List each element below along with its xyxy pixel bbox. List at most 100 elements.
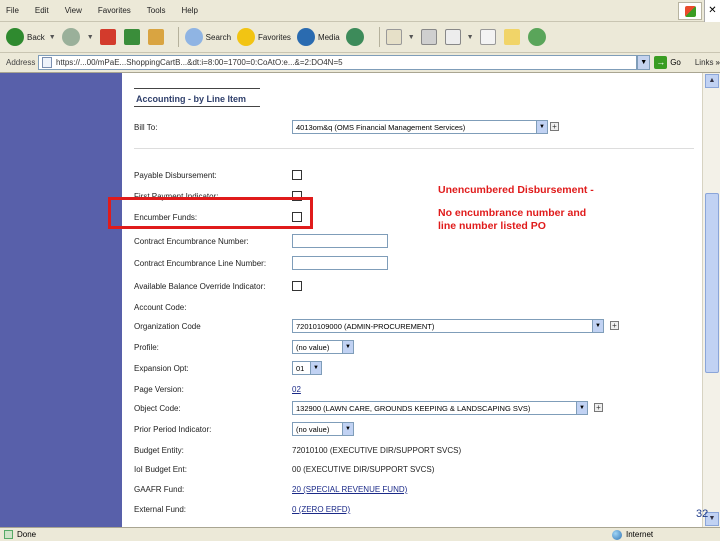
edit-button[interactable] <box>444 29 463 45</box>
menu-file[interactable]: File <box>6 6 19 15</box>
section-title: Accounting - by Line Item <box>136 94 247 104</box>
payable-disbursement-checkbox[interactable] <box>292 170 302 180</box>
slide-number: 32 <box>696 508 709 520</box>
contract-encumbrance-line-row: Contract Encumbrance Line Number: <box>134 256 694 274</box>
contract-encumbrance-number-input[interactable] <box>292 234 388 248</box>
external-fund-link[interactable]: 0 (ZERO ERFD) <box>292 505 350 514</box>
add-icon[interactable]: + <box>550 122 559 131</box>
menu-favorites[interactable]: Favorites <box>98 6 131 15</box>
budget-entity-value: 72010100 (EXECUTIVE DIR/SUPPORT SVCS) <box>292 446 462 455</box>
forward-button[interactable] <box>61 28 83 46</box>
side-band <box>0 73 122 527</box>
menu-tools[interactable]: Tools <box>147 6 166 15</box>
expansion-option-value: 01 <box>296 363 305 373</box>
divider <box>134 148 694 149</box>
menu-view[interactable]: View <box>65 6 82 15</box>
refresh-icon <box>123 29 140 45</box>
expansion-option-select[interactable]: 01 ▼ <box>292 361 322 375</box>
page-icon <box>41 57 52 68</box>
bill-to-select[interactable]: 4013om&q (OMS Financial Management Servi… <box>292 120 548 134</box>
window-close-icon[interactable]: ✕ <box>704 0 720 22</box>
address-dropdown-icon[interactable]: ▼ <box>637 55 651 70</box>
favorites-button[interactable]: Favorites <box>237 28 291 46</box>
edit-dropdown-icon[interactable]: ▼ <box>467 34 474 41</box>
add-icon[interactable]: + <box>610 321 619 330</box>
annotation-line-3: line number listed PO <box>438 220 546 232</box>
favorites-label: Favorites <box>258 32 291 42</box>
address-input[interactable]: https://...00/mPaE...ShoppingCartB...&dt… <box>37 55 638 70</box>
browser-toolbar: Back ▼ ▼ Search Favorites Media ▼ ▼ <box>0 22 720 53</box>
print-icon <box>420 29 437 45</box>
contract-encumbrance-line-input[interactable] <box>292 256 388 270</box>
page-version-row: Page Version: 02 <box>134 382 694 400</box>
menu-edit[interactable]: Edit <box>35 6 49 15</box>
add-icon[interactable]: + <box>594 403 603 412</box>
discuss-button[interactable] <box>479 29 498 45</box>
messenger-icon <box>527 28 546 46</box>
profile-row: Profile: (no value) ▼ <box>134 340 694 358</box>
menu-help[interactable]: Help <box>181 6 197 15</box>
contract-encumbrance-line-label: Contract Encumbrance Line Number: <box>134 259 267 268</box>
back-button[interactable]: Back <box>6 28 45 46</box>
print-button[interactable] <box>420 29 439 45</box>
chevron-down-icon: ▼ <box>342 341 353 353</box>
chevron-down-icon: ▼ <box>310 362 321 374</box>
prior-period-select[interactable]: (no value) ▼ <box>292 422 354 436</box>
star-icon <box>237 28 256 46</box>
media-label: Media <box>317 32 340 42</box>
bill-to-label: Bill To: <box>134 123 158 132</box>
address-bar: Address https://...00/mPaE...ShoppingCar… <box>0 53 720 73</box>
organization-code-row: Organization Code 72010109000 (ADMIN-PRO… <box>134 319 694 337</box>
page-version-link[interactable]: 02 <box>292 385 301 394</box>
gaafr-fund-link[interactable]: 20 (SPECIAL REVENUE FUND) <box>292 485 407 494</box>
menu-bar: File Edit View Favorites Tools Help ✕ <box>0 0 720 22</box>
back-dropdown-icon[interactable]: ▼ <box>49 34 56 41</box>
research-button[interactable] <box>503 29 522 45</box>
status-bar: Done Internet <box>0 527 720 540</box>
profile-select[interactable]: (no value) ▼ <box>292 340 354 354</box>
object-code-row: Object Code: 132900 (LAWN CARE, GROUNDS … <box>134 401 694 419</box>
section-divider <box>134 106 260 107</box>
ioi-budget-ent-label: IoI Budget Ent: <box>134 465 187 474</box>
search-button[interactable]: Search <box>184 28 231 46</box>
stop-icon <box>99 29 116 45</box>
stop-button[interactable] <box>99 29 118 45</box>
external-fund-label: External Fund: <box>134 505 187 514</box>
organization-code-value: 72010109000 (ADMIN-PROCUREMENT) <box>296 321 435 331</box>
expansion-option-label: Expansion Opt: <box>134 364 189 373</box>
forward-dropdown-icon[interactable]: ▼ <box>87 34 94 41</box>
scroll-thumb[interactable] <box>705 193 719 373</box>
messenger-button[interactable] <box>527 28 549 46</box>
address-label: Address <box>6 58 36 67</box>
media-button[interactable]: Media <box>296 28 340 46</box>
page-version-label: Page Version: <box>134 385 184 394</box>
internet-globe-icon <box>612 529 622 540</box>
discuss-icon <box>479 29 496 45</box>
bill-to-row: Bill To: 4013om&q (OMS Financial Managem… <box>134 120 694 138</box>
mail-dropdown-icon[interactable]: ▼ <box>408 34 415 41</box>
chevron-down-icon: ▼ <box>592 320 603 332</box>
go-label: Go <box>670 58 681 67</box>
gaafr-fund-row: GAAFR Fund: 20 (SPECIAL REVENUE FUND) <box>134 482 694 500</box>
toolbar-separator <box>177 27 179 47</box>
vertical-scrollbar[interactable]: ▲ ▼ <box>702 73 720 527</box>
contract-encumbrance-number-label: Contract Encumbrance Number: <box>134 237 249 246</box>
back-arrow-icon <box>6 28 24 46</box>
scroll-up-icon[interactable]: ▲ <box>705 74 719 88</box>
go-button[interactable]: → Go <box>654 56 681 69</box>
available-balance-label: Available Balance Override Indicator: <box>134 282 266 291</box>
edit-icon <box>444 29 461 45</box>
mail-button[interactable] <box>385 29 404 45</box>
home-button[interactable] <box>147 29 166 45</box>
links-button[interactable]: Links <box>695 58 714 67</box>
available-balance-checkbox[interactable] <box>292 281 302 291</box>
links-chevron-icon[interactable]: » <box>716 58 720 67</box>
account-code-label: Account Code: <box>134 303 187 312</box>
object-code-select[interactable]: 132900 (LAWN CARE, GROUNDS KEEPING & LAN… <box>292 401 588 415</box>
history-button[interactable] <box>345 28 367 46</box>
expansion-option-row: Expansion Opt: 01 ▼ <box>134 361 694 379</box>
external-fund-row: External Fund: 0 (ZERO ERFD) <box>134 502 694 520</box>
organization-code-select[interactable]: 72010109000 (ADMIN-PROCUREMENT) ▼ <box>292 319 604 333</box>
refresh-button[interactable] <box>123 29 142 45</box>
payable-disbursement-row: Payable Disbursement: <box>134 168 694 186</box>
